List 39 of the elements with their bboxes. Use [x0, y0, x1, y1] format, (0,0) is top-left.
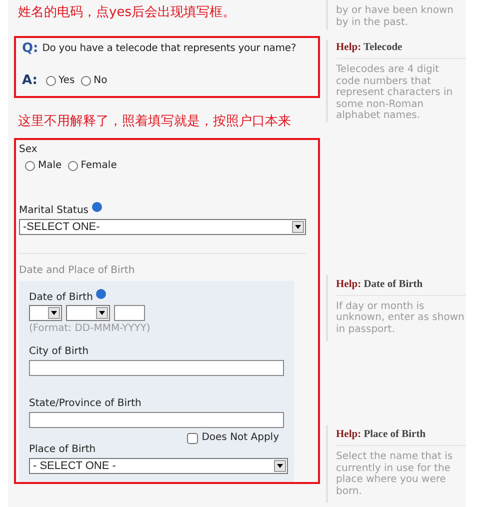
place-of-birth-select[interactable]: - SELECT ONE - — [29, 458, 288, 474]
help-title: Help: Telecode — [336, 42, 466, 59]
help-text: Telecodes are 4 digit code numbers that represent characters in some non-Roman alphabet names. — [336, 64, 454, 122]
radio-button[interactable] — [25, 161, 35, 171]
annotation-text: 这里不用解释了，照着填写就是，按照户口本来 — [17, 113, 292, 131]
radio-label: Yes — [58, 75, 75, 87]
radio-button[interactable] — [46, 76, 56, 86]
answer-label: A: — [22, 75, 38, 87]
month-select[interactable] — [66, 305, 110, 321]
radio-label: No — [94, 75, 108, 87]
info-icon[interactable] — [96, 289, 106, 299]
day-select[interactable] — [29, 305, 62, 321]
radio-label: Female — [80, 160, 117, 172]
field-label: Place of Birth — [29, 444, 97, 456]
help-text: by or have been known by in the past. — [336, 5, 454, 28]
help-text: Select the name that is currently in use for the place where you were born. — [336, 451, 454, 497]
info-icon[interactable] — [92, 202, 102, 212]
field-label: Marital Status — [19, 205, 89, 216]
help-text: If day or month is unknown, enter as shown in passport. — [336, 300, 466, 335]
city-input[interactable] — [29, 360, 284, 376]
field-label: Date of Birth — [29, 292, 93, 303]
question-text: Do you have a telecode that represents your name? — [42, 43, 296, 55]
section-title: Date and Place of Birth — [19, 265, 136, 277]
annotation-text: 姓名的电码，点yes后会出现填写框。 — [17, 4, 236, 22]
marital-status-select[interactable]: -SELECT ONE- — [19, 219, 306, 235]
radio-button[interactable] — [80, 76, 91, 86]
question-label: Q: — [22, 43, 38, 55]
field-label: Sex — [19, 144, 38, 156]
help-title: Help: Place of Birth — [336, 429, 466, 446]
radio-button[interactable] — [68, 161, 78, 171]
field-label: City of Birth — [29, 346, 90, 358]
radio-label: Male — [38, 160, 62, 172]
state-input[interactable] — [29, 412, 284, 428]
help-title: Help: Date of Birth — [336, 278, 466, 296]
checkbox-label: Does Not Apply — [202, 432, 279, 444]
format-hint: (Format: DD-MMM-YYYY) — [29, 323, 152, 335]
does-not-apply-checkbox[interactable] — [186, 432, 198, 444]
year-input[interactable] — [114, 305, 145, 321]
field-label: State/Province of Birth — [29, 398, 142, 410]
